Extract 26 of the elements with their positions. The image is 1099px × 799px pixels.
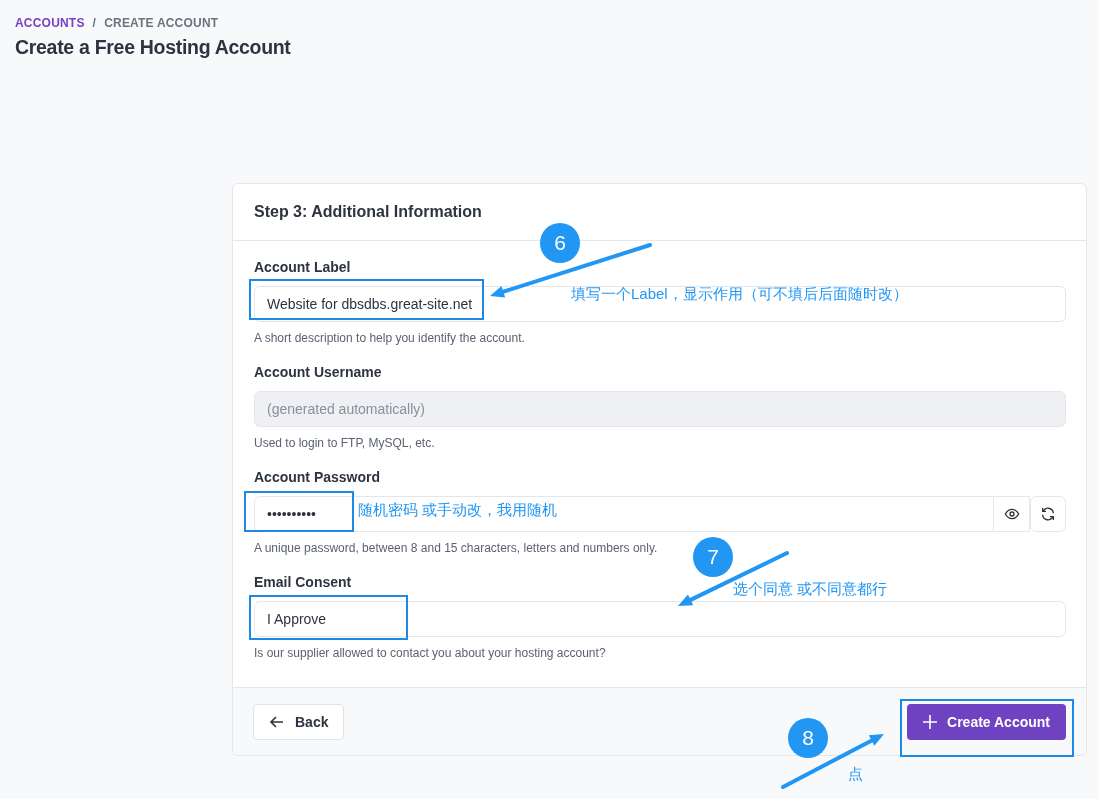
plus-icon — [923, 715, 938, 729]
field-hint: Used to login to FTP, MySQL, etc. — [254, 436, 435, 450]
breadcrumb-separator: / — [92, 15, 97, 30]
field-label: Account Label — [254, 259, 351, 275]
regenerate-button[interactable] — [1030, 496, 1066, 532]
eye-icon — [1003, 506, 1020, 522]
create-account-button[interactable]: Create Account — [907, 704, 1066, 740]
select-field[interactable]: I Approve — [254, 601, 1066, 637]
field-label: Account Username — [254, 364, 382, 380]
annotation-note: 点 — [848, 765, 863, 784]
annotation-note: 选个同意 或不同意都行 — [733, 580, 888, 599]
field-hint: Is our supplier allowed to contact you about your hosting account? — [254, 646, 606, 660]
annotation-note: 填写一个Label，显示作用（可不填后后面随时改） — [571, 285, 908, 304]
refresh-icon — [1040, 506, 1056, 522]
annotation-note: 随机密码 或手动改，我用随机 — [358, 501, 558, 520]
arrow-left-icon — [269, 714, 285, 730]
field-label: Account Password — [254, 469, 381, 485]
breadcrumb-current: CREATE ACCOUNT — [104, 15, 219, 30]
field-hint: A unique password, between 8 and 15 characters, letters and numbers only. — [254, 541, 658, 555]
page-title: Create a Free Hosting Account — [15, 36, 292, 59]
show-password-button[interactable] — [994, 496, 1030, 532]
breadcrumb-link[interactable]: ACCOUNTS — [15, 15, 85, 30]
back-button[interactable]: Back — [253, 704, 345, 740]
field-label: Email Consent — [254, 574, 352, 590]
card-title: Step 3: Additional Information — [254, 203, 482, 221]
field-hint: A short description to help you identify the account. — [254, 331, 525, 345]
